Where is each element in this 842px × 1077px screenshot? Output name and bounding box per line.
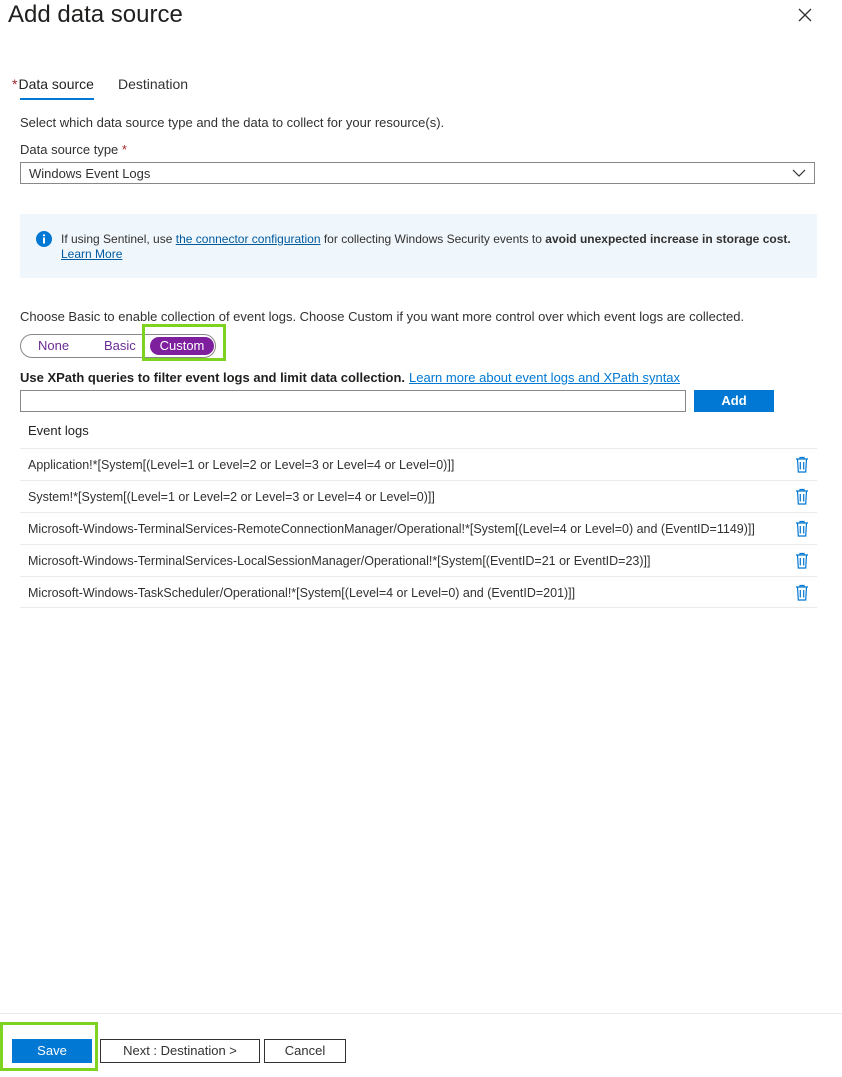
info-middle: for collecting Windows Security events t… — [320, 232, 546, 246]
trash-icon[interactable] — [795, 552, 809, 569]
xpath-label: Use XPath queries to filter event logs a… — [20, 370, 680, 385]
trash-icon[interactable] — [795, 488, 809, 505]
footer-divider — [0, 1013, 842, 1014]
active-tab-indicator — [20, 98, 94, 100]
event-log-query: Microsoft-Windows-TerminalServices-Local… — [28, 554, 651, 568]
table-row: Microsoft-Windows-TaskScheduler/Operatio… — [20, 576, 817, 608]
event-log-query: Microsoft-Windows-TerminalServices-Remot… — [28, 522, 755, 536]
close-icon[interactable] — [794, 4, 816, 26]
trash-icon[interactable] — [795, 520, 809, 537]
info-icon — [36, 231, 52, 247]
xpath-query-input[interactable] — [20, 390, 686, 412]
table-row: Microsoft-Windows-TerminalServices-Local… — [20, 544, 817, 576]
option-basic[interactable]: Basic — [104, 338, 136, 354]
cancel-button[interactable]: Cancel — [264, 1039, 346, 1063]
trash-icon[interactable] — [795, 456, 809, 473]
panel-title: Add data source — [8, 1, 183, 28]
xpath-label-text: Use XPath queries to filter event logs a… — [20, 370, 406, 385]
dropdown-value: Windows Event Logs — [29, 166, 151, 181]
table-row: Microsoft-Windows-TerminalServices-Remot… — [20, 512, 817, 544]
data-source-type-dropdown[interactable]: Windows Event Logs — [20, 162, 815, 184]
save-button[interactable]: Save — [12, 1039, 92, 1063]
connector-configuration-link[interactable]: the connector configuration — [176, 232, 321, 246]
tab-data-source[interactable]: *Data source — [12, 74, 94, 94]
tab-destination[interactable]: Destination — [118, 74, 188, 94]
data-source-type-label-text: Data source type — [20, 142, 119, 157]
table-row: Application!*[System[(Level=1 or Level=2… — [20, 448, 817, 480]
next-destination-button[interactable]: Next : Destination > — [100, 1039, 260, 1063]
intro-text: Select which data source type and the da… — [20, 115, 445, 130]
trash-icon[interactable] — [795, 584, 809, 601]
collection-description: Choose Basic to enable collection of eve… — [20, 309, 745, 324]
highlight-box — [142, 324, 226, 361]
event-logs-header: Event logs — [28, 423, 89, 438]
event-log-query: System!*[System[(Level=1 or Level=2 or L… — [28, 490, 435, 504]
required-marker: * — [121, 142, 127, 157]
info-prefix: If using Sentinel, use — [61, 232, 176, 246]
data-source-type-label: Data source type * — [20, 142, 127, 157]
info-banner: If using Sentinel, use the connector con… — [20, 214, 817, 278]
xpath-learn-more-link[interactable]: Learn more about event logs and XPath sy… — [409, 370, 680, 385]
info-bold: avoid unexpected increase in storage cos… — [545, 232, 791, 246]
required-marker: * — [12, 76, 18, 92]
event-log-query: Microsoft-Windows-TaskScheduler/Operatio… — [28, 586, 576, 600]
learn-more-link[interactable]: Learn More — [61, 247, 122, 261]
event-log-query: Application!*[System[(Level=1 or Level=2… — [28, 458, 455, 472]
option-none[interactable]: None — [38, 338, 69, 354]
add-button[interactable]: Add — [694, 390, 774, 412]
table-row: System!*[System[(Level=1 or Level=2 or L… — [20, 480, 817, 512]
event-logs-table: Application!*[System[(Level=1 or Level=2… — [20, 448, 817, 608]
tab-data-source-label: Data source — [18, 76, 94, 92]
info-message: If using Sentinel, use the connector con… — [61, 232, 801, 262]
chevron-down-icon — [792, 167, 806, 179]
